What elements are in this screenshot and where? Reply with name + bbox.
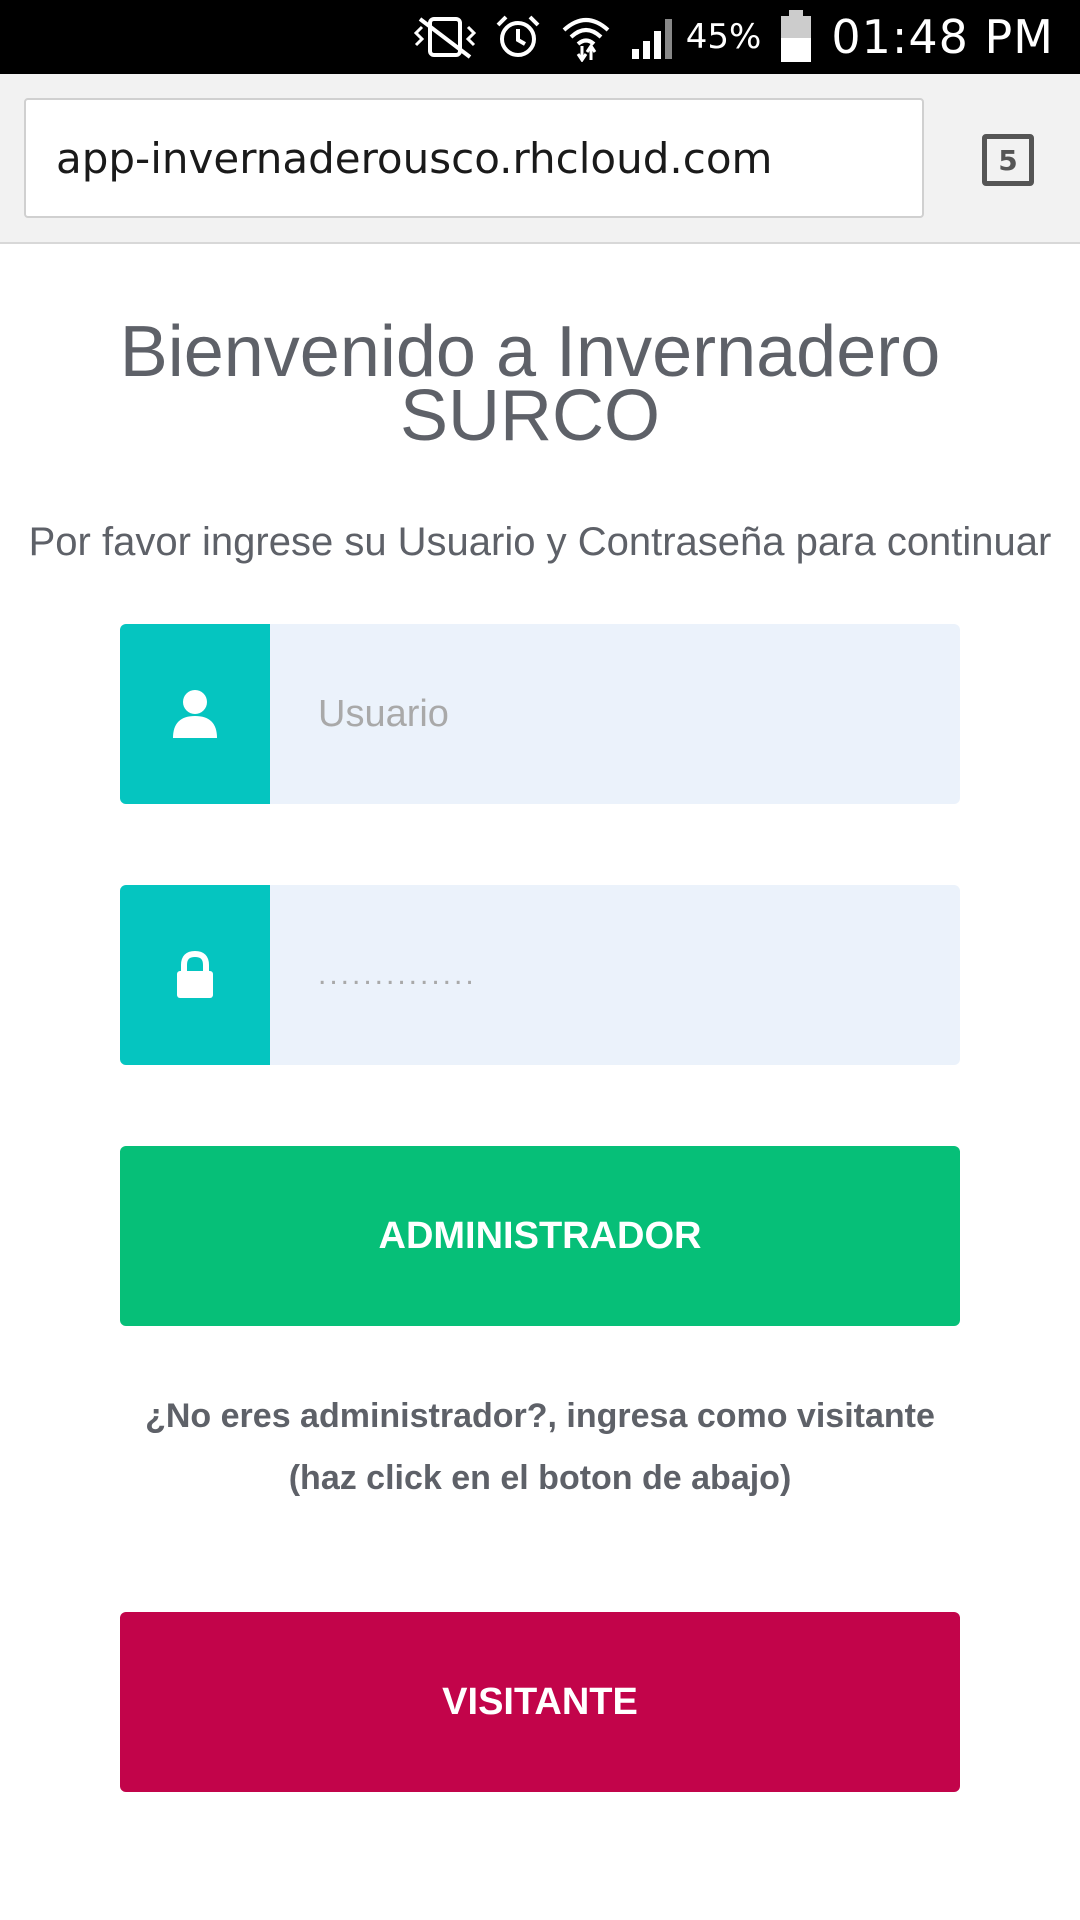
- page-title: Bienvenido a Invernadero SURCO: [0, 316, 1060, 452]
- lock-icon: [120, 885, 270, 1065]
- visitor-login-button[interactable]: VISITANTE: [120, 1612, 960, 1792]
- visitor-help-line2: (haz click en el boton de abajo): [288, 1459, 792, 1497]
- visitor-help-text: ¿No eres administrador?, ingresa como vi…: [0, 1385, 1080, 1509]
- page-title-line2: SURCO: [399, 376, 660, 456]
- signal-icon: [630, 15, 678, 59]
- username-input[interactable]: [270, 624, 960, 804]
- battery-icon: [779, 10, 813, 64]
- admin-login-button[interactable]: ADMINISTRADOR: [120, 1146, 960, 1326]
- tab-switcher-button[interactable]: 5: [982, 134, 1034, 186]
- browser-toolbar: app-invernaderousco.rhcloud.com 5: [0, 74, 1080, 244]
- address-bar[interactable]: app-invernaderousco.rhcloud.com: [24, 98, 924, 218]
- username-input-group: [120, 624, 960, 804]
- user-icon: [120, 624, 270, 804]
- alarm-icon: [494, 13, 542, 61]
- visitor-help-line1: ¿No eres administrador?, ingresa como vi…: [145, 1397, 935, 1435]
- wifi-icon: [560, 12, 612, 62]
- login-instructions: Por favor ingrese su Usuario y Contraseñ…: [28, 520, 1052, 564]
- password-input-group: ..............: [120, 885, 960, 1065]
- mute-vibrate-icon: [413, 15, 476, 59]
- battery-percent: 45%: [685, 17, 762, 57]
- status-bar: 45% 01:48 PM: [0, 0, 1080, 74]
- password-input[interactable]: ..............: [270, 885, 960, 1065]
- status-time: 01:48 PM: [831, 10, 1054, 64]
